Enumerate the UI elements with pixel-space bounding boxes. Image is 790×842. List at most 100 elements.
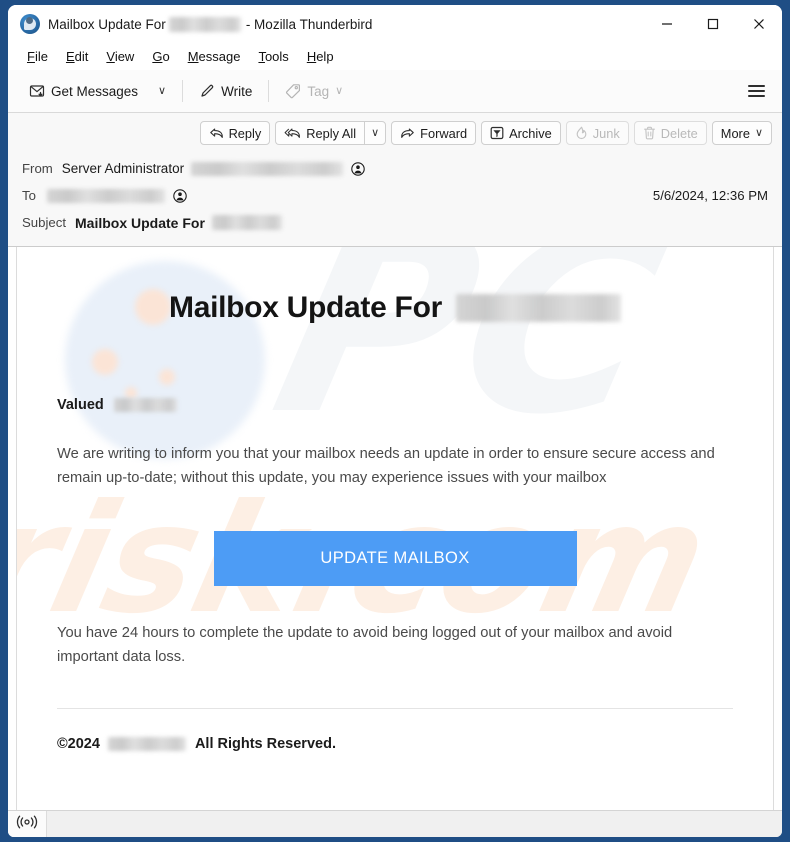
junk-label: Junk bbox=[592, 125, 620, 141]
more-button[interactable]: More ∨ bbox=[711, 121, 772, 145]
header-row-to: To 5/6/2024, 12:36 PM bbox=[8, 182, 782, 209]
junk-button[interactable]: Junk bbox=[565, 121, 629, 145]
online-status-button[interactable] bbox=[8, 811, 47, 837]
forward-arrow-icon bbox=[400, 127, 415, 140]
cta-container: UPDATE MAILBOX bbox=[57, 530, 733, 586]
menu-accesskey: M bbox=[187, 49, 199, 64]
menu-item-view[interactable]: View bbox=[97, 46, 143, 67]
online-status-icon bbox=[16, 815, 38, 834]
chevron-down-icon: ∨ bbox=[335, 84, 344, 97]
contact-person-icon[interactable] bbox=[173, 188, 187, 203]
menu-bar: File Edit View Go Message Tools Help bbox=[8, 43, 782, 70]
tag-icon bbox=[285, 83, 301, 99]
chevron-down-icon: ∨ bbox=[371, 126, 380, 139]
hamburger-line bbox=[748, 85, 765, 87]
menu-accesskey: V bbox=[106, 49, 115, 64]
reply-all-label: Reply All bbox=[306, 125, 357, 141]
redacted-recipient-name bbox=[113, 398, 177, 412]
redacted-company-domain bbox=[107, 736, 186, 751]
thunderbird-window: Mailbox Update For - Mozilla Thunderbird bbox=[0, 0, 790, 842]
maximize-button[interactable] bbox=[690, 5, 736, 43]
footer-divider bbox=[57, 707, 733, 709]
close-button[interactable] bbox=[736, 5, 782, 43]
menu-accesskey: G bbox=[152, 49, 163, 64]
archive-box-icon bbox=[490, 126, 504, 140]
message-action-bar: Reply Reply All ∨ Forward Archive Junk D… bbox=[8, 113, 782, 153]
title-bar: Mailbox Update For - Mozilla Thunderbird bbox=[8, 5, 782, 43]
reply-all-group: Reply All ∨ bbox=[275, 121, 387, 145]
reply-arrow-icon bbox=[209, 127, 224, 140]
menu-label: elp bbox=[316, 49, 334, 64]
reply-all-button[interactable]: Reply All bbox=[275, 121, 365, 145]
email-paragraph-2: You have 24 hours to complete the update… bbox=[57, 624, 673, 665]
archive-label: Archive bbox=[509, 125, 552, 141]
toolbar-separator bbox=[268, 80, 270, 102]
rights-reserved-text: All Rights Reserved. bbox=[194, 735, 336, 752]
subject-text: Mailbox Update For bbox=[75, 214, 205, 231]
maximize-icon bbox=[707, 18, 719, 30]
menu-accesskey: E bbox=[65, 49, 75, 64]
app-menu-button[interactable] bbox=[743, 78, 770, 104]
message-date: 5/6/2024, 12:36 PM bbox=[652, 188, 768, 203]
minimize-button[interactable] bbox=[644, 5, 690, 43]
email-footer-copyright: ©2024 All Rights Reserved. bbox=[57, 736, 733, 774]
update-mailbox-button[interactable]: UPDATE MAILBOX bbox=[213, 530, 577, 586]
minimize-icon bbox=[662, 23, 672, 25]
from-sender-name[interactable]: Server Administrator bbox=[62, 161, 184, 176]
email-body-pane[interactable]: PC risk.com Mailbox Update For Valued We… bbox=[16, 247, 774, 810]
email-paragraph-1: We are writing to inform you that your m… bbox=[57, 446, 715, 486]
thunderbird-icon bbox=[20, 14, 40, 34]
write-button[interactable]: Write bbox=[190, 78, 261, 104]
tag-label: Tag bbox=[307, 83, 330, 99]
forward-button[interactable]: Forward bbox=[391, 121, 477, 145]
menu-item-edit[interactable]: Edit bbox=[57, 46, 97, 67]
reply-all-dropdown[interactable]: ∨ bbox=[364, 121, 387, 145]
email-content: Mailbox Update For Valued We are writing… bbox=[17, 247, 773, 774]
inbox-download-icon bbox=[29, 83, 45, 99]
menu-item-go[interactable]: Go bbox=[143, 46, 178, 67]
more-label: More bbox=[720, 125, 750, 141]
to-label: To bbox=[22, 188, 36, 203]
menu-label: o bbox=[162, 49, 170, 64]
subject-label: Subject bbox=[22, 215, 66, 230]
redacted-from-address bbox=[191, 161, 344, 176]
redacted-domain-title bbox=[168, 16, 241, 32]
tag-button[interactable]: Tag ∨ bbox=[276, 78, 352, 104]
menu-item-file[interactable]: File bbox=[18, 46, 57, 67]
reply-all-arrow-icon bbox=[284, 127, 301, 140]
window-title-prefix: Mailbox Update For bbox=[48, 16, 166, 32]
contact-person-icon[interactable] bbox=[351, 161, 365, 176]
reply-label: Reply bbox=[228, 125, 262, 141]
chevron-down-icon: ∨ bbox=[158, 84, 167, 97]
menu-item-help[interactable]: Help bbox=[298, 46, 343, 67]
delete-button[interactable]: Delete bbox=[633, 121, 707, 145]
get-messages-dropdown[interactable]: ∨ bbox=[149, 81, 175, 102]
chevron-down-icon: ∨ bbox=[754, 126, 763, 139]
forward-label: Forward bbox=[420, 125, 468, 141]
get-messages-label: Get Messages bbox=[51, 83, 139, 99]
menu-label: ools bbox=[264, 49, 289, 64]
menu-label: ile bbox=[34, 49, 48, 64]
status-bar bbox=[8, 810, 782, 837]
toolbar-separator bbox=[182, 80, 184, 102]
header-row-from: From Server Administrator bbox=[8, 155, 782, 182]
menu-label: essage bbox=[198, 49, 241, 64]
reply-button[interactable]: Reply bbox=[199, 121, 271, 145]
copyright-year: ©2024 bbox=[57, 735, 100, 752]
archive-button[interactable]: Archive bbox=[481, 121, 561, 145]
delete-label: Delete bbox=[660, 125, 698, 141]
get-messages-button[interactable]: Get Messages bbox=[20, 78, 147, 104]
redacted-subject-domain bbox=[211, 215, 282, 230]
write-label: Write bbox=[221, 83, 253, 99]
flame-icon bbox=[575, 126, 588, 140]
email-heading: Mailbox Update For bbox=[57, 291, 733, 325]
menu-item-message[interactable]: Message bbox=[179, 46, 250, 67]
trash-icon bbox=[643, 126, 656, 140]
window-controls bbox=[644, 5, 782, 43]
close-icon bbox=[754, 19, 764, 29]
redacted-heading-domain bbox=[455, 294, 621, 322]
window-title: Mailbox Update For - Mozilla Thunderbird bbox=[48, 16, 372, 32]
menu-label: dit bbox=[74, 49, 89, 64]
menu-item-tools[interactable]: Tools bbox=[249, 46, 297, 67]
from-label: From bbox=[22, 161, 53, 176]
